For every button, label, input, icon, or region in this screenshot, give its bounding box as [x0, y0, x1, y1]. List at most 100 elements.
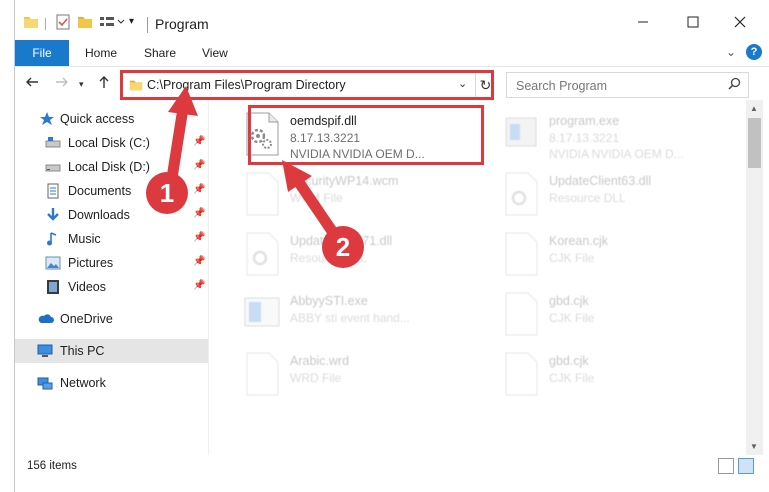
file-version: 8.17.13.3221: [549, 131, 620, 145]
file-item[interactable]: Korean.cjk CJK File: [494, 226, 734, 282]
generic-file-icon: [502, 352, 540, 396]
videos-icon: [45, 279, 61, 295]
pin-icon[interactable]: 📌: [193, 256, 205, 267]
dll-file-icon: [502, 172, 540, 216]
tab-share[interactable]: Share: [144, 46, 176, 60]
file-type: WCM File: [290, 191, 343, 205]
sidebar-item-label: This PC: [60, 344, 105, 358]
file-name: gbd.cjk: [549, 294, 589, 308]
pin-icon[interactable]: 📌: [193, 232, 205, 243]
file-item[interactable]: UpdateClient63.dll Resource DLL: [494, 166, 734, 222]
minimize-button[interactable]: [628, 10, 658, 34]
download-icon: [45, 207, 61, 223]
view-toggle: [718, 458, 754, 474]
folder-icon[interactable]: [23, 14, 39, 34]
title-separator: [147, 17, 148, 33]
file-item[interactable]: gbd.cjk CJK File: [494, 346, 734, 402]
file-name: Arabic.wrd: [290, 354, 350, 368]
item-count: 156 items: [27, 460, 77, 472]
expand-ribbon-icon[interactable]: ⌄: [726, 45, 736, 59]
new-folder-icon[interactable]: [77, 14, 93, 34]
properties-icon[interactable]: [55, 14, 71, 34]
pin-icon[interactable]: 📌: [193, 184, 205, 195]
large-icons-view-icon[interactable]: [738, 458, 754, 474]
generic-file-icon: [243, 352, 281, 396]
recent-locations-icon[interactable]: ▾: [79, 79, 84, 90]
pin-icon[interactable]: 📌: [193, 208, 205, 219]
file-list: oemdspif.dll 8.17.13.3221 NVIDIA NVIDIA …: [209, 100, 754, 455]
up-arrow-icon[interactable]: [97, 75, 111, 92]
maximize-button[interactable]: [678, 10, 708, 34]
sidebar-item-music[interactable]: Music 📌: [15, 227, 208, 251]
sidebar-item-videos[interactable]: Videos 📌: [15, 275, 208, 299]
step-2-badge: 2: [322, 226, 364, 268]
sidebar-item-local-disk-c[interactable]: Local Disk (C:) 📌: [15, 131, 208, 155]
sidebar-item-label: Downloads: [68, 208, 130, 222]
file-item-program-exe[interactable]: program.exe 8.17.13.3221 NVIDIA NVIDIA O…: [494, 106, 734, 162]
ribbon-controls: ⌄ ?: [726, 44, 762, 60]
file-name: program.exe: [549, 114, 620, 128]
ribbon: File Home Share View ⌄ ?: [15, 40, 769, 66]
star-icon: [39, 111, 55, 127]
back-arrow-icon[interactable]: [25, 75, 39, 92]
generic-file-icon: [502, 232, 540, 276]
file-item[interactable]: gbd.cjk CJK File: [494, 286, 734, 342]
sidebar-item-this-pc[interactable]: This PC: [15, 339, 208, 363]
customize-toolbar-icon[interactable]: ▾: [129, 16, 134, 36]
generic-file-icon: [243, 172, 281, 216]
step-1-badge: 1: [146, 172, 188, 214]
sidebar-item-onedrive[interactable]: OneDrive: [15, 307, 208, 331]
file-type: CJK File: [549, 251, 595, 265]
tab-home[interactable]: Home: [85, 46, 117, 60]
tab-view[interactable]: View: [202, 46, 228, 60]
scrollbar-thumb[interactable]: [748, 118, 761, 168]
sidebar-item-pictures[interactable]: Pictures 📌: [15, 251, 208, 275]
status-bar: 156 items: [15, 455, 769, 477]
drive-icon: [45, 159, 61, 175]
sidebar-item-label: Documents: [68, 184, 132, 198]
file-name: UpdateClient63.dll: [549, 174, 652, 188]
sidebar-item-label: Quick access: [60, 112, 135, 126]
sidebar-item-label: Pictures: [68, 256, 114, 270]
file-type: WRD File: [290, 371, 342, 385]
exe-file-icon: [502, 112, 540, 156]
drive-icon: [45, 135, 61, 151]
toolbar-divider: [45, 18, 46, 30]
sidebar-item-network[interactable]: Network: [15, 371, 208, 395]
file-item[interactable]: Arabic.wrd WRD File: [235, 346, 475, 402]
sidebar-item-label: Network: [60, 376, 106, 390]
sidebar-item-label: Local Disk (D:): [68, 160, 150, 174]
sidebar-item-label: Music: [68, 232, 101, 246]
pictures-icon: [45, 255, 61, 271]
sidebar-item-quick-access[interactable]: Quick access: [15, 107, 208, 131]
vertical-scrollbar[interactable]: ▲ ▼: [746, 100, 763, 455]
sidebar-item-label: OneDrive: [60, 312, 113, 326]
tab-file[interactable]: File: [15, 40, 69, 66]
sidebar-item-label: Videos: [68, 280, 106, 294]
navigation-pane: Quick access Local Disk (C:) 📌 Local Dis…: [15, 100, 208, 455]
search-icon[interactable]: [728, 77, 741, 93]
cloud-icon: [37, 311, 54, 327]
network-icon: [37, 375, 53, 391]
pin-icon[interactable]: 📌: [193, 160, 205, 171]
pin-icon[interactable]: 📌: [193, 280, 205, 291]
file-name: gbd.cjk: [549, 354, 589, 368]
pin-icon[interactable]: 📌: [193, 136, 205, 147]
help-icon[interactable]: ?: [746, 44, 762, 60]
file-type: CJK File: [549, 311, 595, 325]
scroll-up-icon[interactable]: ▲: [750, 104, 758, 113]
window-title: Program: [155, 16, 209, 32]
search-input[interactable]: Search Program: [506, 72, 749, 98]
music-icon: [45, 231, 61, 247]
forward-arrow-icon[interactable]: [55, 75, 69, 92]
file-item[interactable]: SecurityWP14.wcm WCM File: [235, 166, 475, 222]
view-menu-icon[interactable]: [99, 14, 125, 34]
file-type: Resource DLL: [549, 191, 626, 205]
file-item[interactable]: AbbyySTI.exe ABBY sti event hand...: [235, 286, 475, 342]
dll-file-icon: [243, 232, 281, 276]
sidebar-item-label: Local Disk (C:): [68, 136, 150, 150]
close-button[interactable]: [725, 10, 755, 34]
file-name: Korean.cjk: [549, 234, 609, 248]
details-view-icon[interactable]: [718, 458, 734, 474]
scroll-down-icon[interactable]: ▼: [750, 442, 758, 451]
